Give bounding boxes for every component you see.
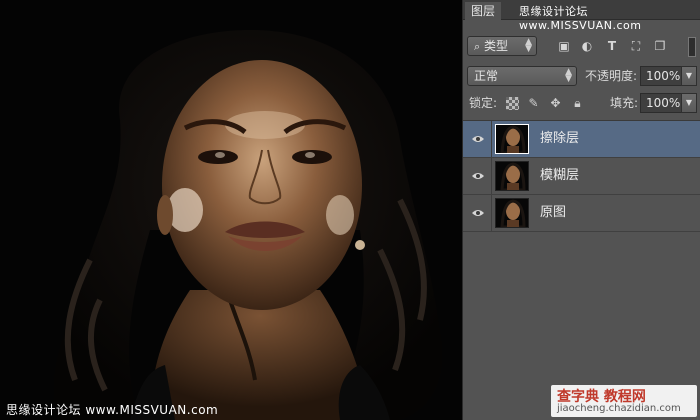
stepper-arrows-icon: ▲ ▼	[525, 37, 532, 54]
layer-name[interactable]: 擦除层	[540, 121, 579, 157]
layer-thumbnail	[495, 161, 529, 191]
visibility-toggle[interactable]	[463, 195, 492, 231]
portrait-photo	[0, 0, 462, 420]
lock-paint-icon[interactable]: ✎	[527, 97, 540, 110]
lock-all-icon[interactable]: 🔒︎	[571, 97, 584, 110]
layer-thumbnail	[495, 124, 529, 154]
transform-icon[interactable]: ⛶	[629, 40, 643, 53]
opacity-dropdown[interactable]: ▼	[681, 66, 697, 86]
chevron-down-icon: ▼	[685, 98, 693, 107]
text-type-icon[interactable]: T	[605, 40, 619, 53]
fill-label: 填充:	[610, 96, 639, 110]
layer-name[interactable]: 模糊层	[540, 158, 579, 194]
site-badge: 查字典 教程网 jiaocheng.chazidian.com	[551, 385, 697, 417]
smart-object-icon[interactable]: ❐	[653, 40, 667, 53]
opacity-label: 不透明度:	[585, 69, 638, 83]
filter-type-select[interactable]: ⌕ 类型 ▲ ▼	[467, 36, 537, 56]
layers-panel: 图层 思缘设计论坛 www.MISSVUAN.com ⌕ 类型 ▲ ▼ ▣ ◐ T…	[462, 0, 700, 420]
chevron-down-icon: ▼	[685, 71, 693, 80]
filter-row: ⌕ 类型 ▲ ▼ ▣ ◐ T ⛶ ❐	[463, 36, 700, 60]
document-canvas[interactable]: 思缘设计论坛 www.MISSVUAN.com	[0, 0, 462, 420]
stepper-arrows-icon: ▲ ▼	[565, 67, 572, 84]
badge-url: jiaocheng.chazidian.com	[557, 403, 681, 414]
layer-row[interactable]: 模糊层	[463, 158, 700, 195]
fill-input[interactable]: 100%	[640, 93, 682, 113]
circle-half-icon[interactable]: ◐	[580, 40, 594, 53]
lock-row: 锁定: ✎ ✥ 🔒︎ 填充: 100% ▼	[463, 93, 700, 115]
lock-label: 锁定:	[469, 96, 498, 110]
layer-name[interactable]: 原图	[540, 195, 566, 231]
fill-dropdown[interactable]: ▼	[681, 93, 697, 113]
blend-mode-value: 正常	[474, 69, 499, 83]
image-icon[interactable]: ▣	[557, 40, 571, 53]
search-icon: ⌕	[474, 40, 481, 53]
layer-row[interactable]: 擦除层	[463, 121, 700, 158]
panel-tab-bar: 图层 思缘设计论坛 www.MISSVUAN.com	[463, 0, 700, 32]
tab-layers[interactable]: 图层	[465, 2, 501, 20]
visibility-toggle[interactable]	[463, 158, 492, 194]
lock-transparent-icon[interactable]	[506, 97, 519, 110]
watermark-bottom-left: 思缘设计论坛 www.MISSVUAN.com	[6, 403, 219, 417]
blend-row: 正常 ▲ ▼ 不透明度: 100% ▼	[463, 66, 700, 88]
watermark-top: 思缘设计论坛 www.MISSVUAN.com	[519, 5, 642, 32]
lock-move-icon[interactable]: ✥	[549, 97, 562, 110]
filter-type-label: 类型	[484, 39, 509, 53]
filter-toggle[interactable]	[688, 37, 696, 57]
visibility-toggle[interactable]	[463, 121, 492, 157]
layer-thumbnail	[495, 198, 529, 228]
eye-icon	[472, 210, 484, 216]
layer-row[interactable]: 原图	[463, 195, 700, 232]
eye-icon	[472, 173, 484, 179]
blend-mode-select[interactable]: 正常 ▲ ▼	[467, 66, 577, 86]
eye-icon	[472, 136, 484, 142]
opacity-input[interactable]: 100%	[640, 66, 682, 86]
